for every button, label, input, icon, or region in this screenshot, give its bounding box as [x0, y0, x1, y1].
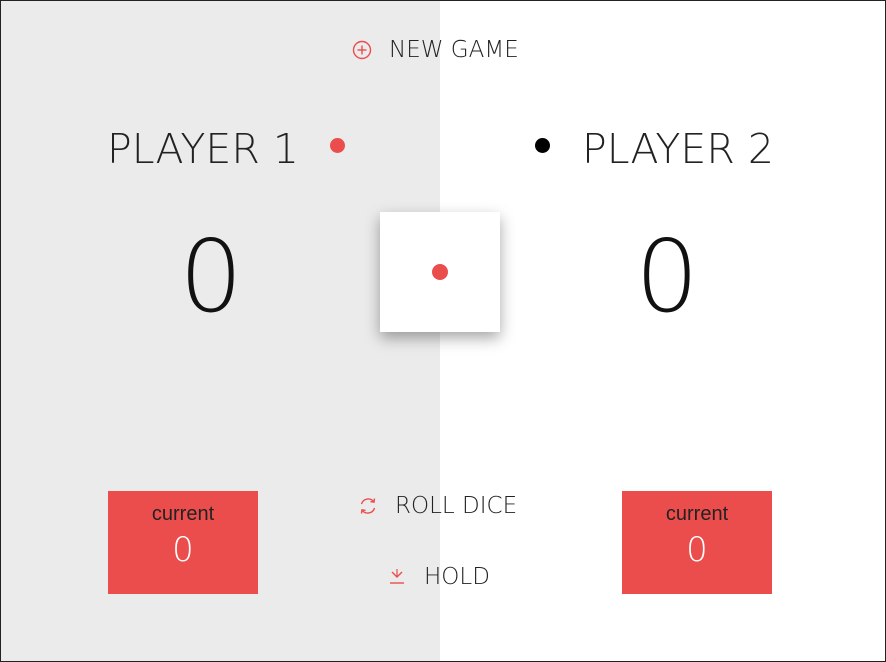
player-1-score: 0 [179, 218, 243, 335]
hold-button[interactable]: HOLD [386, 564, 490, 590]
dice-pip [432, 264, 448, 280]
download-icon [386, 566, 408, 588]
dice [380, 212, 500, 332]
roll-dice-label: ROLL DICE [395, 493, 518, 519]
player-2-current-value: 0 [686, 530, 708, 570]
player-2-active-indicator [535, 138, 550, 153]
refresh-icon [357, 495, 379, 517]
player-1-current-box: current 0 [108, 491, 258, 594]
player-2-score: 0 [635, 218, 699, 335]
player-2-name: PLAYER 2 [582, 125, 774, 173]
player-1-name: PLAYER 1 [107, 125, 299, 173]
player-2-current-label: current [665, 503, 729, 525]
plus-circle-icon [351, 39, 373, 61]
player-1-current-value: 0 [172, 530, 194, 570]
game-board: NEW GAME PLAYER 1 0 current 0 PLAYER 2 0… [0, 0, 886, 662]
new-game-button[interactable]: NEW GAME [351, 37, 519, 63]
player-1-active-indicator [330, 138, 345, 153]
roll-dice-button[interactable]: ROLL DICE [357, 493, 517, 519]
player-1-current-label: current [151, 503, 215, 525]
hold-label: HOLD [424, 564, 490, 590]
player-2-current-box: current 0 [622, 491, 772, 594]
new-game-label: NEW GAME [389, 37, 519, 63]
